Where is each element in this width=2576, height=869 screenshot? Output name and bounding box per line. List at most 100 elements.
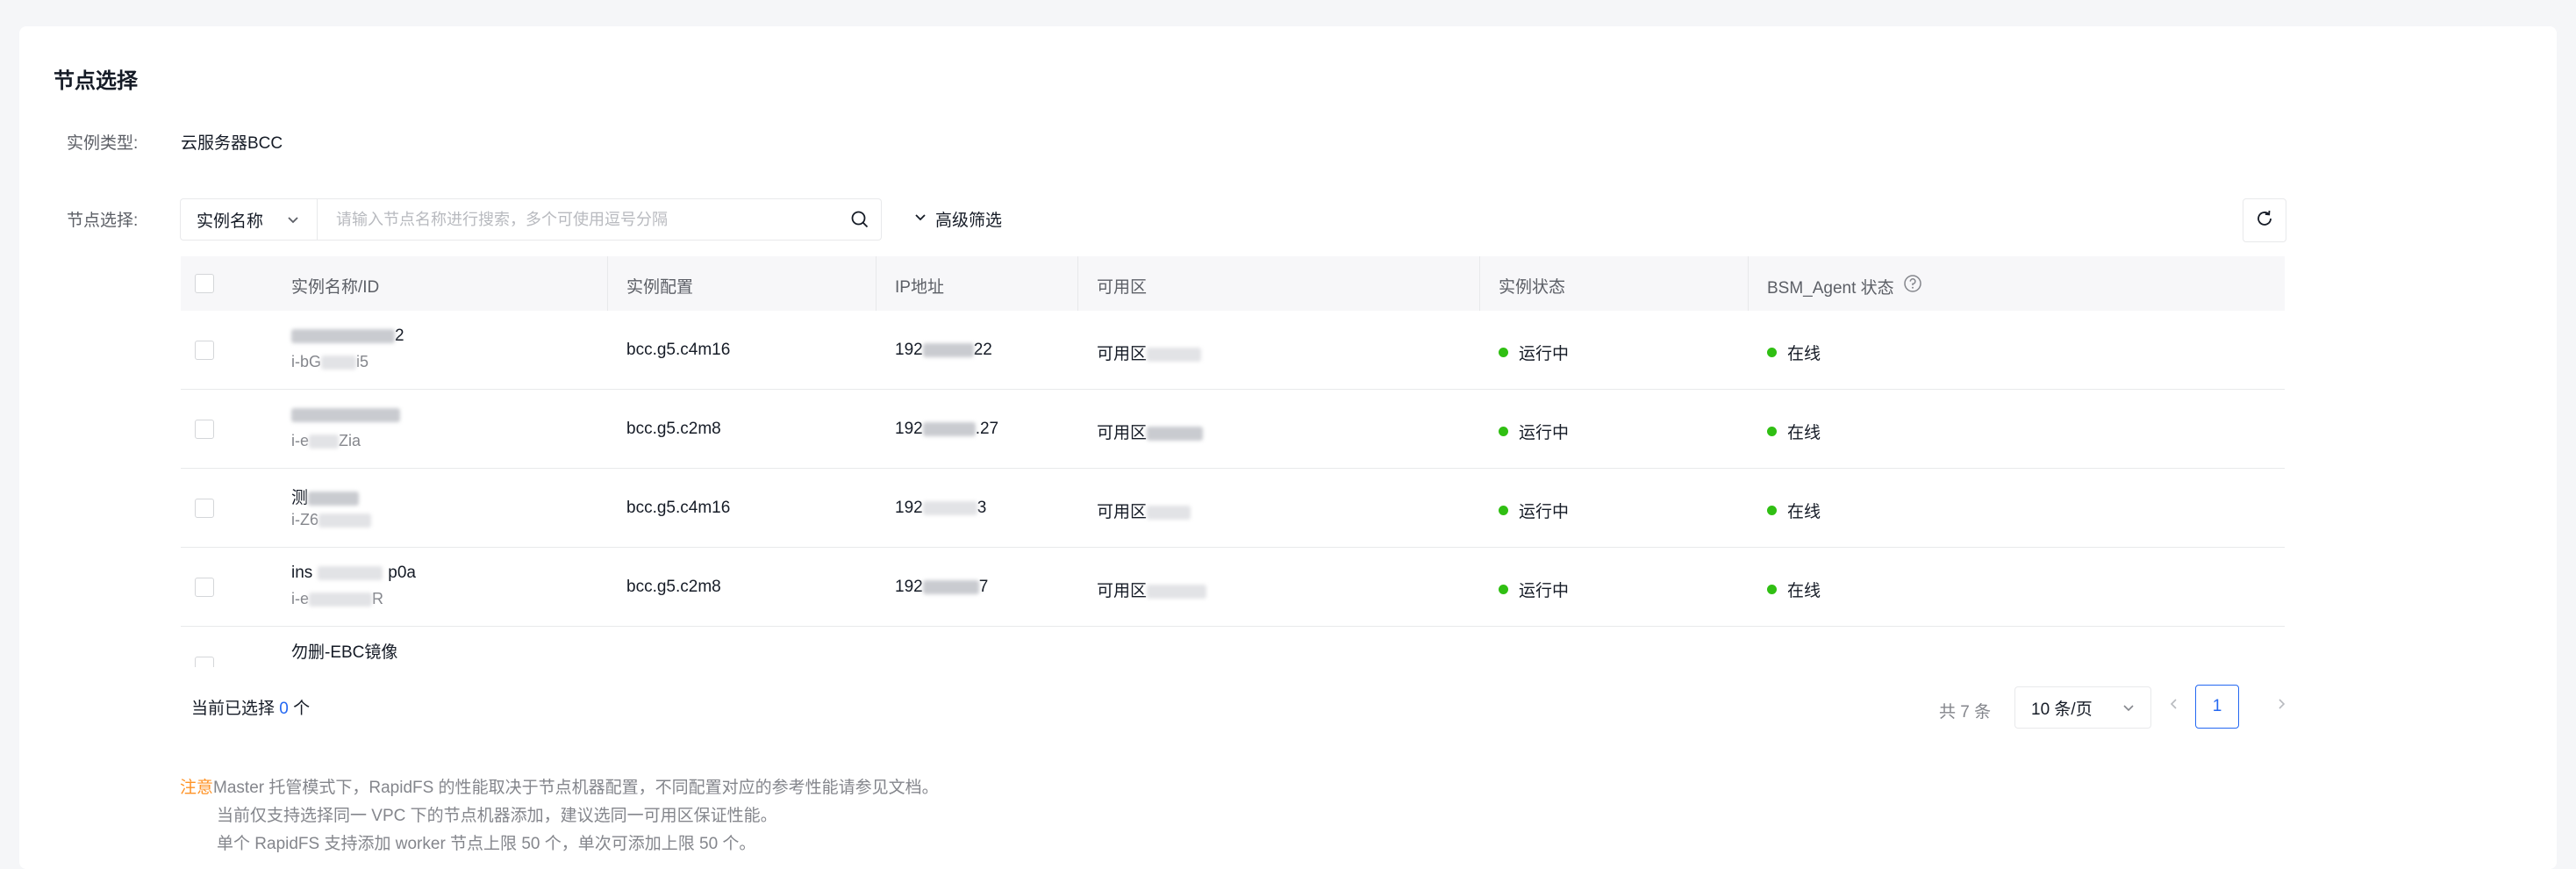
- header-zone: 可用区: [1097, 278, 1148, 297]
- filter-field-select[interactable]: 实例名称: [180, 198, 318, 241]
- instance-id: i-e R: [291, 590, 384, 607]
- zone: 可用区: [1097, 578, 1207, 601]
- page-number-current[interactable]: 1: [2195, 685, 2239, 729]
- redacted-text: [1147, 347, 1202, 362]
- status-dot: [1767, 427, 1777, 436]
- header-name-id: 实例名称/ID: [291, 278, 380, 297]
- table-row[interactable]: 2 i-bG i5 bcc.g5.c4m16 192 22 可用区 运行中 在线: [181, 311, 2285, 390]
- status-dot: [1499, 506, 1508, 515]
- redacted-text: [1147, 426, 1204, 441]
- instance-status: 运行中: [1499, 420, 1569, 443]
- table-header: 实例名称/ID 实例配置 IP地址 可用区 实例状态 BSM_Agent 状态: [181, 256, 2285, 311]
- instance-config: bcc.g5.c2m8: [626, 578, 721, 596]
- search-icon[interactable]: [839, 199, 881, 240]
- note-line-1: 注意Master 托管模式下，RapidFS 的性能取决于节点机器配置，不同配置…: [180, 779, 939, 797]
- status-dot: [1767, 348, 1777, 357]
- ip-address: 192 7: [895, 578, 989, 596]
- redacted-text: [308, 491, 360, 506]
- agent-status: 在线: [1767, 578, 1821, 601]
- status-dot: [1499, 348, 1508, 357]
- instance-status: 运行中: [1499, 341, 1569, 364]
- row-checkbox[interactable]: [195, 578, 214, 597]
- redacted-text: [922, 342, 974, 357]
- chevron-left-icon: [2166, 696, 2182, 716]
- header-config: 实例配置: [626, 278, 694, 297]
- page-size-select[interactable]: 10 条/页: [2014, 686, 2151, 729]
- instance-id: i-e Zia: [291, 432, 361, 449]
- zone: 可用区: [1097, 341, 1202, 364]
- redacted-text: [309, 592, 373, 607]
- redacted-text: [922, 421, 976, 436]
- refresh-button[interactable]: [2243, 198, 2286, 242]
- header-agent-label: BSM_Agent 状态: [1767, 278, 1894, 298]
- header-agent: BSM_Agent 状态: [1767, 274, 1922, 298]
- instance-config: bcc.g5.c4m16: [626, 341, 731, 359]
- node-select-card: 节点选择 实例类型: 云服务器BCC 节点选择: 实例名称 高级筛选 实例名称/…: [19, 26, 2557, 869]
- instance-name: 勿删-EBC镜像: [291, 643, 398, 662]
- instance-status: 运行中: [1499, 578, 1569, 601]
- help-icon[interactable]: [1903, 274, 1922, 298]
- selected-count-value: 0: [279, 700, 289, 718]
- table-row[interactable]: 测 i-Z6 bcc.g5.c4m16 192 3 可用区 运行中 在线: [181, 469, 2285, 548]
- redacted-text: [318, 514, 371, 528]
- status-dot: [1499, 427, 1508, 436]
- redacted-text: [1147, 505, 1191, 520]
- redacted-text: [321, 356, 357, 370]
- redacted-text: [309, 434, 340, 449]
- search-box: [317, 198, 882, 241]
- row-checkbox[interactable]: [195, 657, 214, 667]
- chevron-down-icon: [2121, 700, 2136, 721]
- ip-address: 192.27: [895, 420, 999, 438]
- instance-status: 运行中: [1499, 499, 1569, 522]
- ip-address: 192 22: [895, 341, 992, 359]
- row-checkbox[interactable]: [195, 420, 214, 439]
- note-line-3: 单个 RapidFS 支持添加 worker 节点上限 50 个，单次可添加上限…: [217, 835, 756, 853]
- next-page-button[interactable]: [2271, 695, 2292, 716]
- redacted-text: [291, 407, 400, 422]
- select-all-checkbox[interactable]: [195, 274, 214, 293]
- instance-type-value: 云服务器BCC: [181, 134, 283, 153]
- row-checkbox[interactable]: [195, 499, 214, 518]
- redacted-text: [291, 328, 395, 343]
- status-dot: [1767, 506, 1777, 515]
- instance-config: bcc.g5.c4m16: [626, 499, 731, 517]
- instance-table: 实例名称/ID 实例配置 IP地址 可用区 实例状态 BSM_Agent 状态 …: [181, 256, 2285, 667]
- selected-count: 当前已选择 0 个: [191, 700, 311, 718]
- node-select-label: 节点选择:: [67, 212, 139, 230]
- table-row[interactable]: ins p0a i-e R bcc.g5.c2m8 192 7 可用区 运行中 在线: [181, 548, 2285, 627]
- table-row[interactable]: 勿删-EBC镜像: [181, 627, 2285, 667]
- column-divider: [1479, 256, 1480, 311]
- chevron-right-icon: [2273, 696, 2289, 716]
- table-row[interactable]: i-e Zia bcc.g5.c2m8 192.27 可用区 运行中 在线: [181, 390, 2285, 469]
- agent-status: 在线: [1767, 341, 1821, 364]
- note-line-2: 当前仅支持选择同一 VPC 下的节点机器添加，建议选同一可用区保证性能。: [217, 807, 777, 825]
- header-status: 实例状态: [1499, 278, 1566, 297]
- zone: 可用区: [1097, 420, 1204, 443]
- column-divider: [876, 256, 877, 311]
- advanced-filter-button[interactable]: 高级筛选: [912, 207, 1002, 231]
- instance-id: i-Z6: [291, 511, 371, 529]
- column-divider: [607, 256, 608, 311]
- pagination-total: 共 7 条: [1939, 703, 1992, 722]
- agent-status: 在线: [1767, 499, 1821, 522]
- instance-config: bcc.g5.c2m8: [626, 420, 721, 438]
- instance-id: i-bG i5: [291, 353, 369, 370]
- instance-name: 2: [291, 327, 404, 346]
- note-warning-label: 注意: [180, 779, 214, 797]
- status-dot: [1499, 585, 1508, 594]
- advanced-filter-label: 高级筛选: [935, 212, 1003, 230]
- filter-field-value: 实例名称: [197, 212, 264, 231]
- page-title: 节点选择: [54, 69, 138, 93]
- redacted-text: [922, 500, 977, 515]
- redacted-text: [1147, 584, 1207, 599]
- ip-address: 192 3: [895, 499, 987, 517]
- row-checkbox[interactable]: [195, 341, 214, 360]
- header-ip: IP地址: [895, 278, 944, 297]
- prev-page-button[interactable]: [2164, 695, 2185, 716]
- column-divider: [1748, 256, 1749, 311]
- search-input[interactable]: [317, 199, 839, 240]
- instance-name: ins p0a: [291, 564, 416, 582]
- redacted-text: [318, 565, 383, 580]
- instance-name: 测: [291, 485, 360, 508]
- page-size-value: 10 条/页: [2031, 700, 2093, 719]
